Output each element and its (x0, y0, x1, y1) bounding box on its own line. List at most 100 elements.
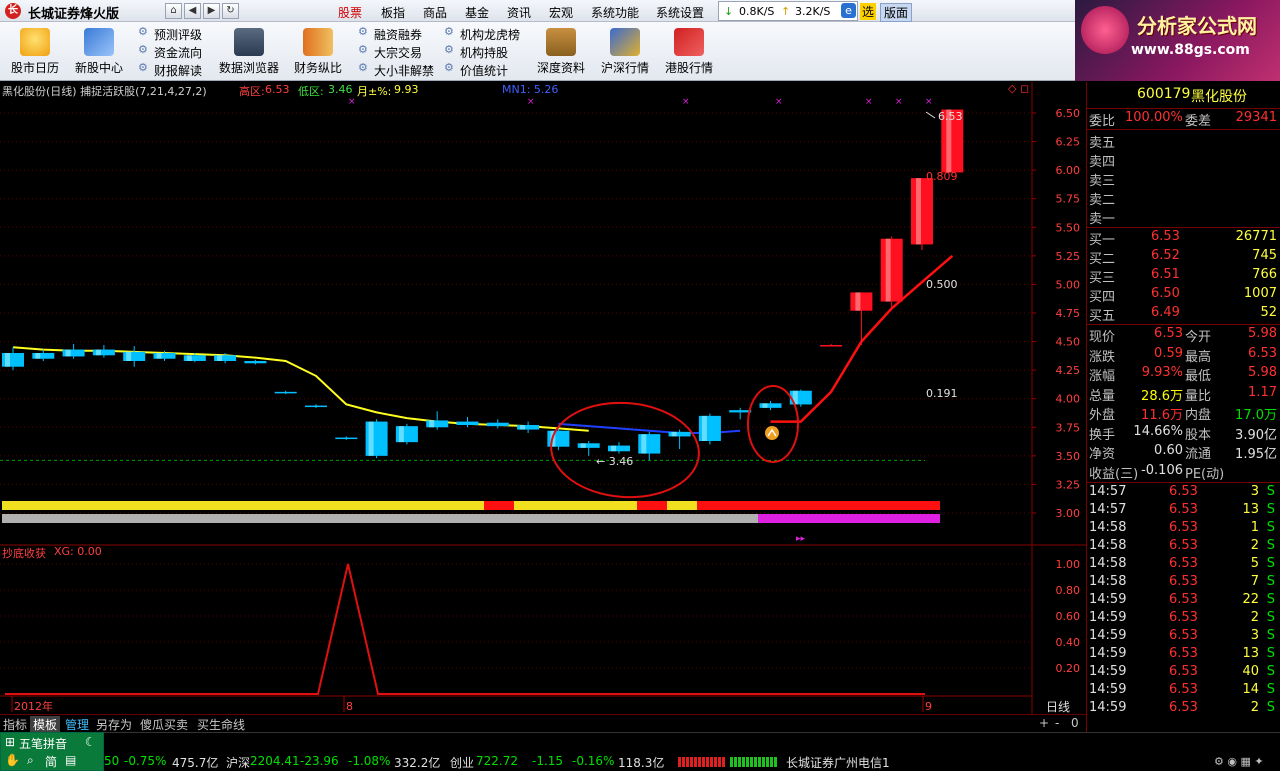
stat-label: 现价 (1089, 330, 1116, 345)
menu-commodities[interactable]: 商品 (423, 4, 447, 21)
price-tick-label: 3.00 (1056, 507, 1081, 520)
candle-highlight (520, 425, 526, 430)
tick-volume: 13 (1242, 646, 1259, 661)
deep-info-button[interactable]: 深度资料 (534, 28, 588, 78)
calendar-button[interactable]: 股市日历 (8, 28, 62, 78)
report-interpret-link[interactable]: 财报解读 (138, 61, 202, 79)
ipo-center-button[interactable]: 新股中心 (72, 28, 126, 78)
indicator-tick-label: 1.00 (1056, 558, 1081, 571)
candle-body (880, 238, 903, 302)
stock-code: 600179 (1137, 86, 1191, 102)
sell-level-label: 卖一 (1089, 212, 1116, 227)
menu-funds[interactable]: 基金 (465, 4, 489, 21)
candle-highlight (5, 353, 10, 367)
buy-level-label: 买一 (1089, 233, 1116, 248)
buy-level-volume: 745 (1252, 248, 1277, 263)
buy-level-price: 6.50 (1151, 286, 1180, 301)
ime-toolbar[interactable]: ⊞ 五笔拼音 ☾ ✋ ⌕ 简 ▤ (0, 732, 104, 771)
institution-rank-link[interactable]: 机构龙虎榜 (444, 25, 520, 43)
zoom-out-button[interactable]: - (1052, 716, 1062, 732)
buy-level-label: 买三 (1089, 271, 1116, 286)
sh-sz-quotes-button[interactable]: 沪深行情 (598, 28, 652, 78)
tab-foolproof-trade[interactable]: 傻瓜买卖 (137, 716, 191, 732)
finance-compare-button[interactable]: 财务纵比 (290, 28, 346, 78)
browser-icon[interactable]: e (841, 3, 856, 18)
layout-button[interactable]: 版面 (880, 3, 913, 22)
tab-lifeline[interactable]: 买生命线 (194, 716, 248, 732)
high-value: 6.53 (265, 83, 290, 96)
buy-level-volume: 766 (1252, 267, 1277, 282)
index3-value: 722.72 (476, 754, 518, 768)
tick-side: S (1266, 592, 1275, 607)
ime-search-icon: ⌕ (27, 753, 34, 767)
menu-system-settings[interactable]: 系统设置 (656, 4, 704, 21)
ma-yellow-line (12, 346, 589, 432)
buy-level-volume: 52 (1260, 305, 1277, 320)
candle-highlight (186, 355, 192, 361)
buy-level-label: 买四 (1089, 290, 1116, 305)
tab-save-as[interactable]: 另存为 (93, 716, 135, 732)
tick-row: 14:58 6.53 7 S (1087, 574, 1280, 592)
home-icon[interactable]: ⌂ (165, 3, 182, 19)
panel-divider (1087, 482, 1280, 483)
hk-quotes-button[interactable]: 港股行情 (662, 28, 716, 78)
candle-highlight (95, 349, 101, 356)
zoom-reset-button[interactable]: 0 (1068, 716, 1082, 732)
block-trade-link[interactable]: 大宗交易 (358, 43, 422, 61)
tick-time: 14:57 (1089, 484, 1127, 499)
tick-time: 14:59 (1089, 700, 1127, 715)
refresh-icon[interactable]: ↻ (222, 3, 239, 19)
select-button[interactable]: 选 (860, 3, 877, 20)
value-stats-link[interactable]: 价值统计 (444, 61, 508, 79)
index2-pct: -1.08% (348, 754, 391, 768)
data-browser-button[interactable]: 数据浏览器 (216, 28, 282, 78)
signal-marker-arrows: ▸▸ (796, 534, 806, 544)
buy-level-volume: 1007 (1243, 286, 1277, 301)
signal-bar-magenta (758, 514, 940, 523)
forward-icon[interactable]: ▶ (203, 3, 220, 19)
institution-holding-link[interactable]: 机构持股 (444, 43, 508, 61)
candle-highlight (611, 445, 616, 452)
capital-flow-link[interactable]: 资金流向 (138, 43, 202, 61)
candle-body (305, 405, 327, 408)
fib-0809-label: 0.809 (926, 170, 958, 183)
status-tools-icon[interactable]: ⚙ ◉ ▦ ✦ (1214, 755, 1264, 768)
margin-trading-link[interactable]: 融资融券 (358, 25, 422, 43)
chart-option-icon[interactable]: ◇ ◻ (1008, 82, 1029, 95)
menu-stocks[interactable]: 股票 (338, 4, 362, 21)
candle-body (456, 421, 479, 425)
index2-name: 沪深 (226, 756, 251, 770)
buy-level-label: 买二 (1089, 252, 1116, 267)
price-tick-label: 5.50 (1056, 221, 1081, 234)
buy-level-label: 买五 (1089, 309, 1116, 324)
menu-system-functions[interactable]: 系统功能 (591, 4, 639, 21)
tab-template[interactable]: 模板 (30, 716, 61, 732)
candle-body (850, 292, 873, 311)
menu-indices[interactable]: 板指 (381, 4, 405, 21)
menu-news[interactable]: 资讯 (507, 4, 531, 21)
tick-price: 6.53 (1169, 628, 1198, 643)
kline-chart[interactable]: 6.50 6.25 6.00 5.75 5.50 5.25 5.00 4.75 4.50 4.25… (0, 82, 1086, 714)
low-label: 低区: (298, 85, 324, 98)
hk-icon (674, 28, 704, 56)
high-annotation: 6.53 (938, 110, 963, 123)
stat-label: 收益(三) (1089, 466, 1139, 482)
tick-time: 14:59 (1089, 610, 1127, 625)
tick-row: 14:57 6.53 3 S (1087, 484, 1280, 502)
stat-value: 0.59 (1154, 345, 1183, 361)
ad-banner[interactable]: 分析家公式网 www.88gs.com (1075, 0, 1280, 81)
unlock-link[interactable]: 大小非解禁 (358, 61, 434, 79)
menu-macro[interactable]: 宏观 (549, 4, 573, 21)
back-icon[interactable]: ◀ (184, 3, 201, 19)
tick-side: S (1266, 574, 1275, 589)
quote-stat-row: 总量 28.6万 量比 1.17 (1087, 385, 1280, 404)
buy-level-volume: 26771 (1235, 229, 1277, 244)
tab-manage[interactable]: 管理 (62, 716, 92, 732)
chart-area[interactable]: 6.50 6.25 6.00 5.75 5.50 5.25 5.00 4.75 4.50 4.25… (0, 82, 1086, 714)
tab-indicator[interactable]: 指标 (0, 716, 30, 732)
tick-volume: 3 (1250, 628, 1259, 643)
candle-highlight (762, 403, 768, 408)
app-logo-icon: 长 (5, 3, 21, 19)
forecast-rating-link[interactable]: 预测评级 (138, 25, 202, 43)
zoom-in-button[interactable]: + (1036, 716, 1052, 732)
